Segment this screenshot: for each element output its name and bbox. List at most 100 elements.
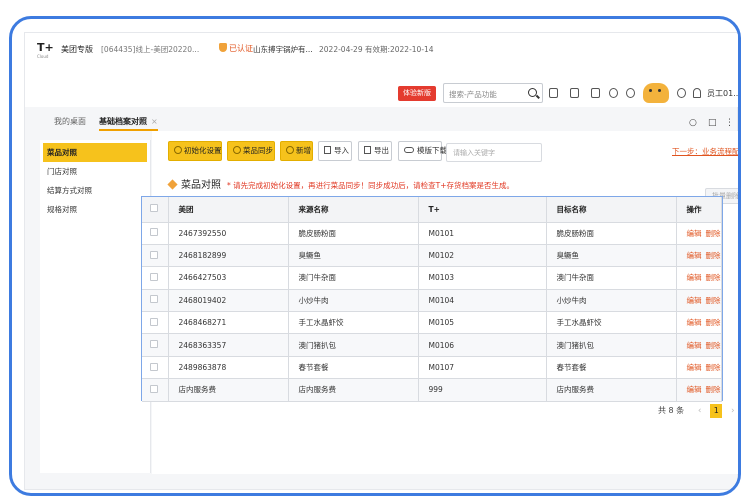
- call-icon[interactable]: [626, 88, 635, 98]
- table-cell: M0103: [418, 266, 547, 290]
- checkbox-icon[interactable]: [150, 204, 158, 213]
- edit-link[interactable]: 编辑: [687, 341, 702, 350]
- table-cell: 脆皮肠粉面: [546, 222, 677, 245]
- export-button[interactable]: 导出: [358, 141, 392, 161]
- checkbox-icon[interactable]: [150, 317, 158, 326]
- delete-link[interactable]: 删除: [706, 363, 721, 372]
- delete-link[interactable]: 删除: [706, 341, 721, 350]
- column-header[interactable]: T+: [418, 197, 547, 223]
- table-cell: 脆皮肠粉面: [288, 222, 419, 245]
- top-bar: T+ Cloud 美团专版 [064435]线上-美团20220... 已认证 …: [25, 33, 738, 107]
- next-step-link[interactable]: 下一步：业务流程配置>>: [672, 146, 738, 157]
- checkbox-icon[interactable]: [150, 250, 158, 259]
- row-checkbox[interactable]: [142, 356, 169, 380]
- company-switcher[interactable]: [064435]线上-美团20220...: [101, 44, 199, 55]
- edit-link[interactable]: 编辑: [687, 229, 702, 238]
- sidebar-item-store[interactable]: 门店对照: [43, 162, 147, 181]
- row-checkbox[interactable]: [142, 244, 169, 268]
- tab-desktop[interactable]: 我的桌面: [54, 115, 86, 131]
- message-icon[interactable]: [570, 88, 579, 98]
- more-icon[interactable]: ⋮: [725, 118, 734, 128]
- help-icon[interactable]: [677, 88, 686, 98]
- sidebar-item-spec[interactable]: 规格对照: [43, 200, 147, 219]
- page-1-button[interactable]: 1: [710, 404, 723, 418]
- init-settings-button[interactable]: 初始化设置: [168, 141, 222, 161]
- table-cell: 2468363357: [168, 333, 289, 357]
- table-row[interactable]: 店内服务费 店内服务费 999 店内服务费 编辑 删除: [142, 378, 722, 402]
- table-row[interactable]: 2468019402 小炒牛肉 M0104 小炒牛肉 编辑 删除: [142, 289, 722, 313]
- row-checkbox[interactable]: [142, 222, 169, 245]
- table-cell: 小炒牛肉: [288, 289, 419, 313]
- monitor-icon[interactable]: [591, 88, 600, 98]
- edit-link[interactable]: 编辑: [687, 296, 702, 305]
- close-icon[interactable]: ×: [151, 117, 158, 126]
- try-new-version-button[interactable]: 体验新版: [398, 86, 436, 101]
- row-actions: 编辑 删除: [676, 333, 722, 357]
- table-cell: 手工水晶虾饺: [288, 311, 419, 335]
- table-cell: M0105: [418, 311, 547, 335]
- dish-sync-button[interactable]: 菜品同步: [227, 141, 275, 161]
- user-icon[interactable]: [693, 88, 701, 98]
- delete-link[interactable]: 删除: [706, 385, 721, 394]
- delete-link[interactable]: 删除: [706, 251, 721, 260]
- expand-icon[interactable]: □: [708, 118, 717, 128]
- delete-link[interactable]: 删除: [706, 296, 721, 305]
- row-checkbox[interactable]: [142, 311, 169, 335]
- table-row[interactable]: 2467392550 脆皮肠粉面 M0101 脆皮肠粉面 编辑 删除: [142, 222, 722, 245]
- column-header[interactable]: 目标名称: [546, 197, 677, 223]
- delete-link[interactable]: 删除: [706, 273, 721, 282]
- edit-link[interactable]: 编辑: [687, 318, 702, 327]
- edit-link[interactable]: 编辑: [687, 273, 702, 282]
- product-search-input[interactable]: 搜索-产品功能: [443, 83, 543, 103]
- row-checkbox[interactable]: [142, 333, 169, 357]
- sidebar-item-settlement[interactable]: 结算方式对照: [43, 181, 147, 200]
- mapping-table: 美团 来源名称 T+ 目标名称 操作 2467392550 脆皮肠粉面 M0101 脆…: [141, 196, 723, 402]
- import-label: 导入: [334, 146, 349, 155]
- tab-search-icon[interactable]: ○: [689, 118, 697, 128]
- row-actions: 编辑 删除: [676, 289, 722, 313]
- row-actions: 编辑 删除: [676, 356, 722, 380]
- import-button[interactable]: 导入: [318, 141, 352, 161]
- prev-page-button[interactable]: ‹: [695, 406, 705, 416]
- column-header[interactable]: 美团: [168, 197, 289, 223]
- select-all-checkbox[interactable]: [142, 197, 169, 223]
- mascot-icon[interactable]: [643, 83, 669, 103]
- row-checkbox[interactable]: [142, 378, 169, 402]
- user-name[interactable]: 员工01...: [707, 88, 738, 99]
- add-button[interactable]: 新增: [280, 141, 313, 161]
- table-cell: 澳门牛杂面: [288, 266, 419, 290]
- checkbox-icon[interactable]: [150, 384, 158, 393]
- table-cell: 999: [418, 378, 547, 402]
- table-row[interactable]: 2489863878 春节套餐 M0107 春节套餐 编辑 删除: [142, 356, 722, 380]
- checkbox-icon[interactable]: [150, 295, 158, 304]
- checkbox-icon[interactable]: [150, 228, 158, 237]
- search-icon[interactable]: [528, 88, 537, 97]
- edit-link[interactable]: 编辑: [687, 363, 702, 372]
- table-row[interactable]: 2466427503 澳门牛杂面 M0103 澳门牛杂面 编辑 删除: [142, 266, 722, 290]
- edit-link[interactable]: 编辑: [687, 251, 702, 260]
- row-checkbox[interactable]: [142, 266, 169, 290]
- shield-icon: [219, 43, 227, 52]
- table-row[interactable]: 2468182899 臭鳜鱼 M0102 臭鳜鱼 编辑 删除: [142, 244, 722, 268]
- table-row[interactable]: 2468363357 澳门猪扒包 M0106 澳门猪扒包 编辑 删除: [142, 333, 722, 357]
- delete-link[interactable]: 删除: [706, 318, 721, 327]
- checkbox-icon[interactable]: [150, 340, 158, 349]
- table-row[interactable]: 2468468271 手工水晶虾饺 M0105 手工水晶虾饺 编辑 删除: [142, 311, 722, 335]
- column-header[interactable]: 来源名称: [288, 197, 419, 223]
- plus-icon: [286, 146, 294, 154]
- template-download-button[interactable]: 模版下载: [398, 141, 447, 161]
- sidebar-item-dish[interactable]: 菜品对照: [43, 143, 147, 162]
- checkbox-icon[interactable]: [150, 272, 158, 281]
- delete-link[interactable]: 删除: [706, 229, 721, 238]
- tab-archive-mapping[interactable]: 基础档案对照 ×: [99, 115, 158, 131]
- row-checkbox[interactable]: [142, 289, 169, 313]
- bell-icon[interactable]: [609, 88, 618, 98]
- keyword-input[interactable]: 请输入关键字: [446, 143, 542, 162]
- checkbox-icon[interactable]: [150, 362, 158, 371]
- section-title: 菜品对照: [181, 180, 221, 191]
- cloud-download-icon: [404, 147, 414, 153]
- phone-icon[interactable]: [549, 88, 558, 98]
- table-cell: 店内服务费: [546, 378, 677, 402]
- edit-link[interactable]: 编辑: [687, 385, 702, 394]
- next-page-button[interactable]: ›: [728, 406, 738, 416]
